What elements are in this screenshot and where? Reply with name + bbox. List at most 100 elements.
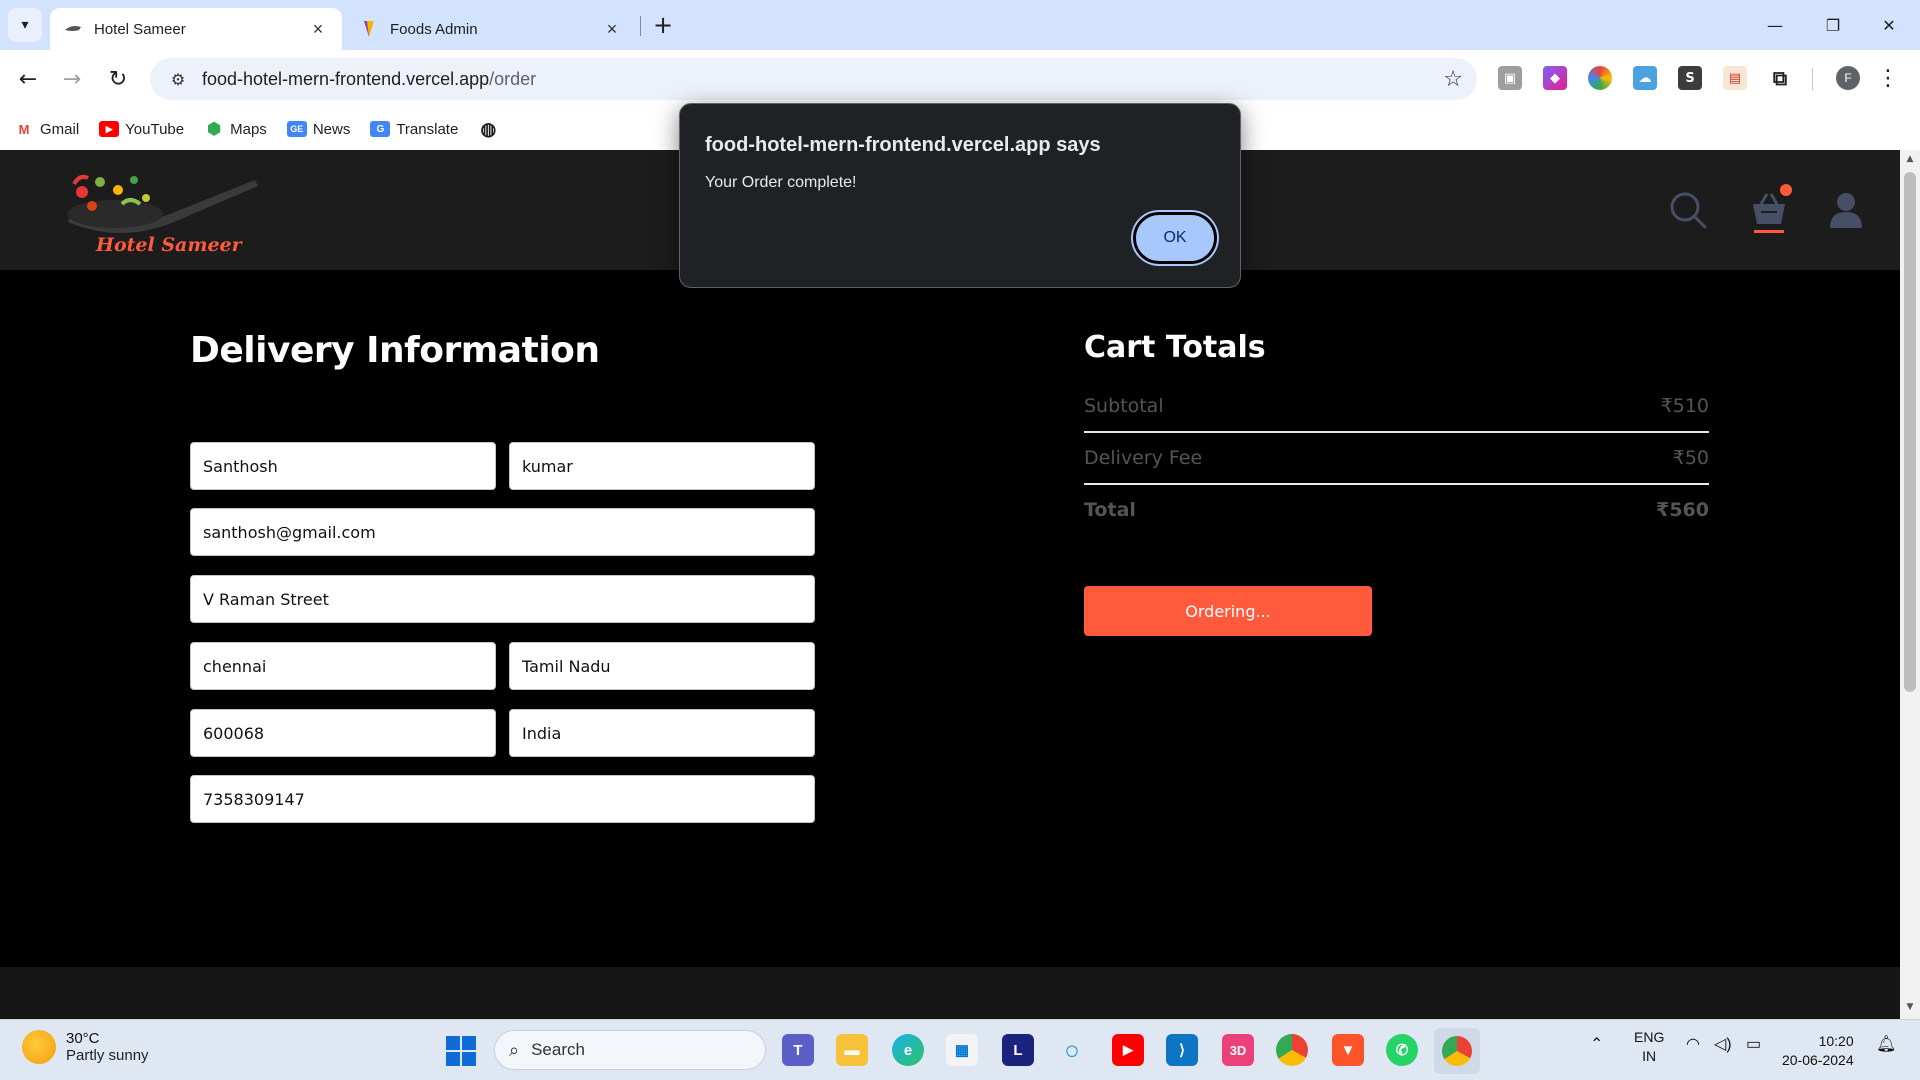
delivery-title: Delivery Information [190,330,600,371]
url-host: food-hotel-mern-frontend.vercel.app [202,68,490,89]
bookmark-star-icon[interactable]: ☆ [1443,67,1463,92]
taskbar-search[interactable]: ⌕ Search [494,1030,766,1070]
extensions-puzzle-icon[interactable]: ⧉ [1768,66,1792,90]
scroll-up-arrow-icon[interactable]: ▲ [1904,154,1916,164]
state-field[interactable] [509,642,815,690]
cart-basket-icon[interactable] [1749,190,1789,230]
browser-toolbar: ← → ↻ ⚙ food-hotel-mern-frontend.vercel.… [0,50,1920,108]
bookmark-news[interactable]: GE News [286,121,350,138]
taskbar-search-label: Search [531,1040,585,1059]
reload-button[interactable]: ↻ [102,63,134,95]
notification-bell-icon[interactable]: 🔔︎ [1876,1034,1896,1054]
scroll-down-arrow-icon[interactable]: ▼ [1904,1002,1916,1012]
delivery-fee-value: ₹50 [1672,447,1709,469]
address-bar[interactable]: ⚙ food-hotel-mern-frontend.vercel.app/or… [150,58,1477,100]
extension-2-icon[interactable]: ◆ [1543,66,1567,90]
minimize-button[interactable]: — [1752,8,1798,42]
system-clock[interactable]: 10:20 20-06-2024 [1782,1032,1854,1070]
wifi-icon[interactable]: ◠ [1686,1034,1700,1054]
translate-icon: G [370,121,391,137]
tab-foods-admin[interactable]: Foods Admin × [346,8,636,50]
total-label: Total [1084,499,1136,521]
site-info-icon[interactable]: ⚙ [158,70,198,89]
dialog-title: food-hotel-mern-frontend.vercel.app says [705,134,1101,156]
news-icon: GE [286,121,307,137]
weather-widget[interactable]: 30°C Partly sunny [22,1030,149,1064]
chrome-profile-icon [1442,1036,1472,1066]
vscode-icon[interactable]: ⟩ [1166,1034,1198,1066]
chrome-icon[interactable] [1276,1034,1308,1066]
pan-logo-icon [67,174,258,233]
email-field[interactable] [190,508,815,556]
chevron-down-icon: ▾ [21,17,29,33]
brave-icon[interactable]: ▼ [1332,1034,1364,1066]
phone-field[interactable] [190,775,815,823]
extension-6-icon[interactable]: ▤ [1723,66,1747,90]
cart-divider [1084,431,1709,433]
extension-3-icon[interactable] [1588,66,1612,90]
globe-icon: ◍ [480,118,497,139]
close-window-button[interactable]: ✕ [1866,8,1912,42]
windows-start-icon[interactable] [446,1036,476,1066]
back-button[interactable]: ← [12,63,44,95]
youtube-icon[interactable]: ▶ [1112,1034,1144,1066]
bookmark-youtube[interactable]: ▶ YouTube [99,121,184,138]
ok-button[interactable]: OK [1133,212,1217,264]
gmail-icon: M [18,121,30,137]
tab-title: Hotel Sameer [94,20,186,38]
3d-app-icon[interactable]: 3D [1222,1034,1254,1066]
teams-icon[interactable]: T [782,1034,814,1066]
extension-1-icon[interactable]: ▣ [1498,66,1522,90]
city-field[interactable] [190,642,496,690]
street-field[interactable] [190,575,815,623]
weather-condition: Partly sunny [66,1047,149,1064]
page-scrollbar[interactable]: ▲ ▼ [1900,150,1920,1019]
youtube-icon: ▶ [99,121,120,137]
footer-strip [0,967,1900,1019]
country-field[interactable] [509,709,815,757]
close-tab-icon[interactable]: × [602,19,622,39]
profile-avatar[interactable]: F [1836,66,1860,90]
tab-separator [640,16,641,36]
extension-4-icon[interactable]: ☁ [1633,66,1657,90]
search-icon: ⌕ [509,1039,520,1060]
restore-button[interactable]: ❐ [1810,8,1856,42]
extension-5-icon[interactable]: S [1678,66,1702,90]
new-tab-button[interactable]: + [650,11,676,39]
browser-menu-icon[interactable]: ⋮ [1877,64,1899,92]
user-profile-icon[interactable] [1826,190,1866,230]
language-indicator[interactable]: ENG IN [1634,1028,1664,1066]
edge-icon[interactable]: e [892,1034,924,1066]
cart-active-underline [1754,230,1784,233]
battery-icon[interactable]: ▭ [1746,1034,1761,1054]
total-row: Total ₹560 [1084,499,1709,521]
first-name-field[interactable] [190,442,496,490]
tab-search-button[interactable]: ▾ [8,8,42,42]
chrome-profile-taskbar-button[interactable] [1434,1028,1480,1074]
search-icon[interactable] [1668,190,1708,230]
alert-dialog: food-hotel-mern-frontend.vercel.app says… [679,103,1241,288]
bookmark-gmail[interactable]: M Gmail [14,121,80,138]
tab-hotel-sameer[interactable]: Hotel Sameer × [50,8,342,50]
subtotal-row: Subtotal ₹510 [1084,395,1709,417]
zip-code-field[interactable] [190,709,496,757]
bookmark-translate[interactable]: G Translate [370,121,458,138]
bookmark-maps[interactable]: ⬢ Maps [204,121,267,139]
whatsapp-icon[interactable]: ✆ [1386,1034,1418,1066]
close-tab-icon[interactable]: × [308,19,328,39]
forward-button[interactable]: → [56,63,88,95]
delivery-fee-label: Delivery Fee [1084,447,1203,469]
place-order-button[interactable]: Ordering... [1084,586,1372,636]
dialog-message: Your Order complete! [705,174,857,191]
bookmark-globe[interactable]: ◍ [478,118,504,139]
url-path: /order [489,68,537,89]
show-hidden-icons-chevron[interactable]: ⌃ [1590,1034,1603,1054]
browser-tab-strip: ▾ Hotel Sameer × Foods Admin × + — ❐ ✕ [0,0,1920,50]
cortana-icon[interactable]: ○ [1056,1034,1088,1066]
volume-icon[interactable]: ◁) [1714,1034,1732,1054]
l-app-icon[interactable]: L [1002,1034,1034,1066]
last-name-field[interactable] [509,442,815,490]
scrollbar-thumb[interactable] [1904,172,1916,692]
store-icon[interactable]: ▦ [946,1034,978,1066]
file-explorer-icon[interactable]: ▬ [836,1034,868,1066]
